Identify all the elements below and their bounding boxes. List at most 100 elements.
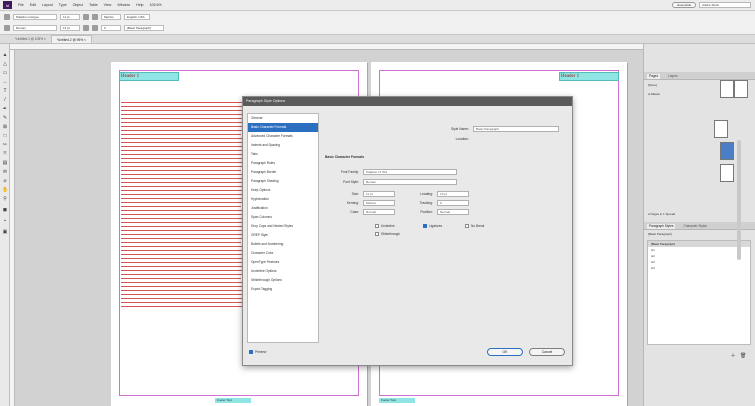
size-field[interactable]: 11 pt [363,191,395,197]
strikethrough-checkbox[interactable]: Strikethrough [375,232,400,236]
menu-object[interactable]: Object [70,3,86,7]
left-page-header[interactable]: Header 1 [119,72,179,81]
case-select[interactable]: Normal [363,209,395,215]
menu-edit[interactable]: Edit [27,3,39,7]
panel-scrollbar[interactable] [737,140,741,260]
right-page-header[interactable]: Header 1 [559,72,619,81]
dialog-category-item[interactable]: Basic Character Formats [248,123,318,132]
no-break-checkbox[interactable]: No Break [465,224,484,228]
language-select[interactable]: English: USA [124,14,150,20]
fill-stroke-icon[interactable]: ◼ [2,207,8,213]
pages-none-master[interactable]: [None] [648,83,657,87]
note-tool-icon[interactable]: ✉ [2,169,8,175]
right-page-footer[interactable]: Footer Text [379,398,415,403]
underline-checkbox-box[interactable] [375,224,379,228]
formatting-affects-container-icon[interactable]: ▪ [2,218,8,224]
font-style-select[interactable]: Roman [363,179,457,185]
gap-tool-icon[interactable]: ↔ [2,79,8,85]
dialog-category-item[interactable]: Hyphenation [248,195,318,204]
zoom-tool-icon[interactable]: ⚲ [2,196,8,202]
gradient-tool-icon[interactable]: ▤ [2,160,8,166]
leading-field[interactable]: 13 pt [437,191,469,197]
font-style-select[interactable]: Roman [13,25,57,31]
pen-tool-icon[interactable]: ✒ [2,106,8,112]
dialog-category-item[interactable]: Indents and Spacing [248,141,318,150]
tab-paragraph-styles[interactable]: Paragraph Styles [647,224,676,229]
master-page-thumb-right[interactable] [734,80,748,98]
menu-type[interactable]: Type [56,3,70,7]
tab-pages[interactable]: Pages [647,74,661,79]
transform-tool-icon[interactable]: ⤧ [2,151,8,157]
underline-checkbox[interactable]: Underline [375,224,395,228]
left-page-footer[interactable]: Footer Text [215,398,251,403]
dialog-category-item[interactable]: General [248,114,318,123]
dialog-category-item[interactable]: Keep Options [248,186,318,195]
dialog-category-item[interactable]: Bullets and Numbering [248,240,318,249]
type-tool-icon[interactable]: T [2,88,8,94]
document-tab-1[interactable]: *Untitled-1 @ 105% × [10,35,51,43]
pages-a-master[interactable]: A-Master [648,92,660,96]
document-tab-2[interactable]: *Untitled-2 @ 95% × [50,35,92,43]
leading-field[interactable]: 13 pt [60,25,80,31]
dialog-category-item[interactable]: Character Color [248,249,318,258]
dialog-title[interactable]: Paragraph Style Options [243,97,572,106]
dialog-category-item[interactable]: Span Columns [248,213,318,222]
page-1-thumb[interactable] [714,120,728,138]
strikethrough-checkbox-box[interactable] [375,232,379,236]
selection-tool-icon[interactable]: ▲ [2,52,8,58]
menu-window[interactable]: Window [114,3,133,7]
superscript-icon[interactable] [92,14,98,20]
dialog-category-item[interactable]: Export Tagging [248,285,318,294]
line-tool-icon[interactable]: / [2,97,8,103]
tab-character-styles[interactable]: Character Styles [681,224,709,229]
menu-help[interactable]: Help [133,3,146,7]
delete-style-icon[interactable]: 🗑 [740,353,746,359]
all-caps-icon[interactable] [83,14,89,20]
stock-search-input[interactable]: Adobe Stock [699,2,751,8]
paragraph-mode-icon[interactable] [4,25,10,31]
menu-view[interactable]: View [101,3,115,7]
workspace-switcher[interactable]: Essentials [672,2,696,8]
direct-selection-tool-icon[interactable]: △ [2,61,8,67]
menu-file[interactable]: File [15,3,27,7]
eyedropper-tool-icon[interactable]: ⌀ [2,178,8,184]
dialog-category-item[interactable]: Paragraph Shading [248,177,318,186]
ligatures-checkbox-box[interactable] [423,224,427,228]
dialog-category-item[interactable]: Justification [248,204,318,213]
menu-layout[interactable]: Layout [39,3,56,7]
dialog-category-item[interactable]: Tabs [248,150,318,159]
tab-layers[interactable]: Layers [666,74,680,79]
dialog-category-item[interactable]: Drop Caps and Nested Styles [248,222,318,231]
ok-button[interactable]: OK [487,348,523,356]
page-3-thumb[interactable] [720,164,734,182]
menu-table[interactable]: Table [86,3,101,7]
hand-tool-icon[interactable]: ✋ [2,187,8,193]
tracking-field[interactable]: 0 [101,25,121,31]
kerning-field[interactable]: Metrics [363,200,395,206]
zoom-level[interactable]: 105.6% [147,3,165,7]
dialog-category-item[interactable]: GREP Style [248,231,318,240]
font-size-field[interactable]: 11 pt [60,14,80,20]
dialog-category-item[interactable]: Paragraph Border [248,168,318,177]
preview-checkbox[interactable]: Preview [249,350,266,354]
new-style-icon[interactable]: ＋ [730,353,736,359]
small-caps-icon[interactable] [83,25,89,31]
position-select[interactable]: Normal [437,209,469,215]
paragraph-style-select[interactable]: [Basic Paragraph] [124,25,164,31]
dialog-category-item[interactable]: Underline Options [248,267,318,276]
preview-checkbox-box[interactable] [249,350,253,354]
font-family-select[interactable]: Palatino Linotype [13,14,57,20]
style-name-input[interactable]: Basic Paragraph [473,126,559,132]
scissors-tool-icon[interactable]: ✂ [2,142,8,148]
tracking-field[interactable]: 0 [437,200,469,206]
kerning-field[interactable]: Metrics [101,14,121,20]
subscript-icon[interactable] [92,25,98,31]
pencil-tool-icon[interactable]: ✎ [2,115,8,121]
no-break-checkbox-box[interactable] [465,224,469,228]
rectangle-tool-icon[interactable]: □ [2,133,8,139]
master-page-thumb-left[interactable] [720,80,734,98]
dialog-category-item[interactable]: Strikethrough Options [248,276,318,285]
font-family-select[interactable]: Palatino LT Std [363,169,457,175]
page-tool-icon[interactable]: ▭ [2,70,8,76]
rectangle-frame-tool-icon[interactable]: ⊠ [2,124,8,130]
